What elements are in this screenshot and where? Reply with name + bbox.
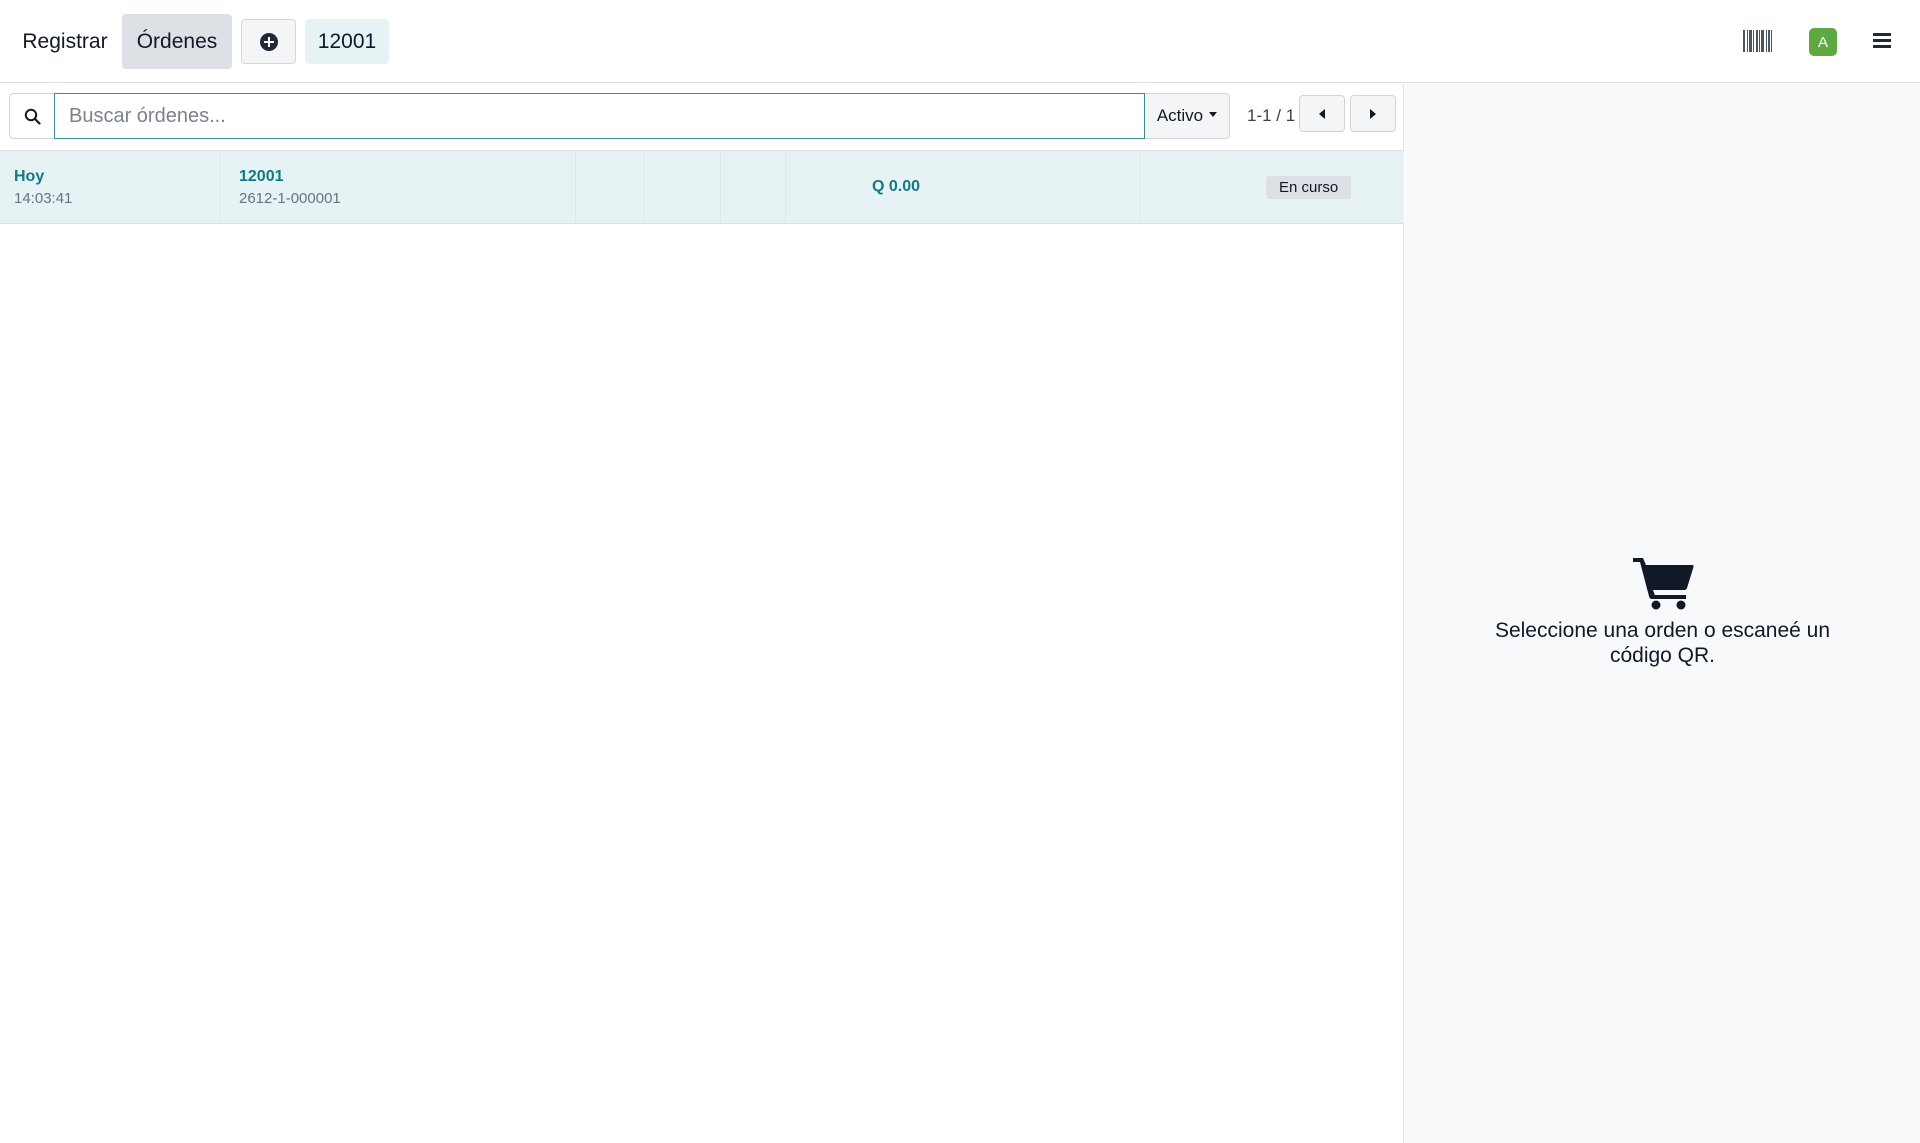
search-button[interactable] (9, 93, 54, 139)
order-date: Hoy (14, 168, 45, 185)
search-bar: Activo 1-1 / 1 (9, 93, 1399, 141)
shopping-cart-icon (1632, 558, 1694, 610)
plus-circle-icon (259, 32, 278, 51)
table-row[interactable]: Hoy 14:03:41 12001 2612-1-000001 Q 0.00 … (0, 150, 1404, 224)
pager-next-button[interactable] (1350, 95, 1396, 132)
order-date-cell: Hoy 14:03:41 (14, 168, 72, 207)
column-divider (785, 151, 786, 223)
caret-left-icon (1319, 108, 1325, 119)
status-badge: En curso (1266, 176, 1352, 199)
barcode-icon[interactable] (1743, 30, 1772, 52)
column-divider (1140, 151, 1141, 223)
order-name-cell: 12001 2612-1-000001 (239, 168, 341, 207)
status-filter-label: Activo (1156, 106, 1204, 125)
order-name: 12001 (239, 168, 284, 185)
orders-button[interactable]: Órdenes (122, 14, 232, 69)
pager-previous-button[interactable] (1299, 95, 1345, 132)
order-time: 14:03:41 (14, 190, 73, 207)
order-detail-pane: Seleccione una orden o escaneé un código… (1405, 84, 1920, 1143)
pager-counter: 1-1 / 1 (1247, 106, 1296, 125)
hamburger-icon[interactable] (1873, 33, 1891, 49)
caret-down-icon (1209, 111, 1218, 117)
search-input[interactable] (54, 93, 1145, 139)
order-total: Q 0.00 (872, 178, 921, 195)
new-order-button[interactable] (241, 19, 296, 64)
column-divider (575, 151, 576, 223)
empty-state-message: Seleccione una orden o escaneé un código… (1494, 619, 1831, 667)
order-reference: 2612-1-000001 (239, 190, 341, 207)
orders-list-pane: Activo 1-1 / 1 Hoy 14:03:41 12001 2612-1… (0, 84, 1404, 1143)
user-avatar[interactable]: A (1809, 28, 1837, 56)
register-button[interactable]: Registrar (12, 14, 118, 69)
column-divider (720, 151, 721, 223)
column-divider (643, 151, 644, 223)
status-filter-dropdown[interactable]: Activo (1145, 93, 1230, 139)
empty-state: Seleccione una orden o escaneé un código… (1405, 554, 1920, 668)
top-bar: Registrar Órdenes 12001 A (0, 0, 1920, 83)
order-tab-12001[interactable]: 12001 (305, 19, 389, 64)
caret-right-icon (1370, 108, 1376, 119)
search-icon (24, 108, 41, 125)
column-divider (220, 151, 221, 223)
